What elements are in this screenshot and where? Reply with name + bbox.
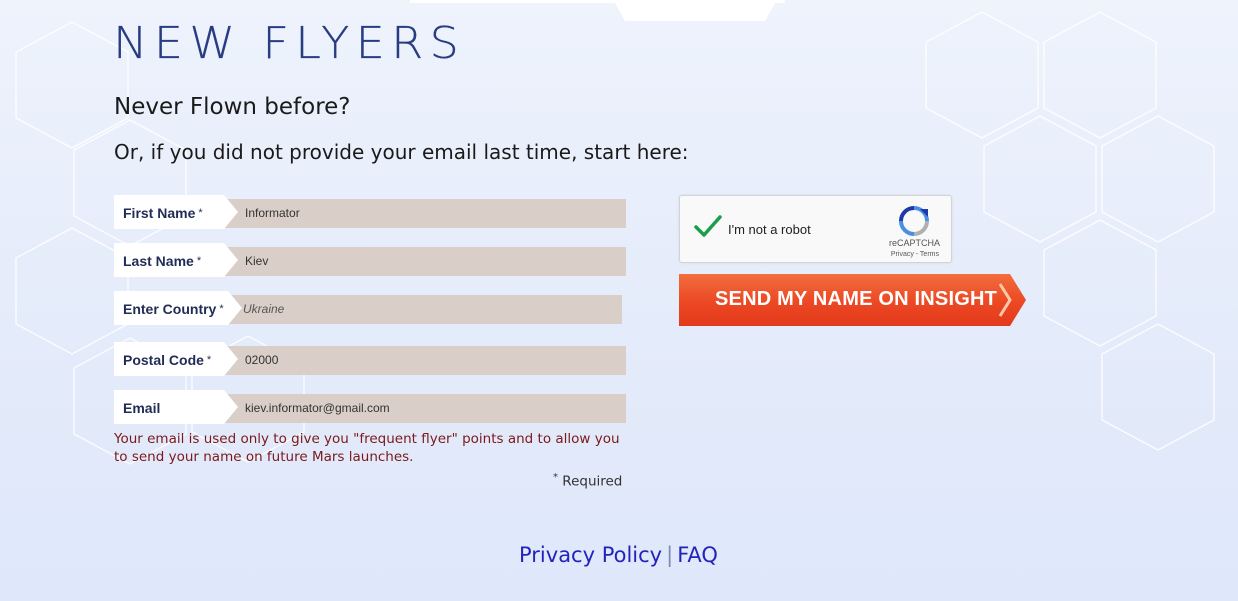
country-field[interactable]: Ukraine	[204, 295, 622, 324]
email-note: Your email is used only to give you "fre…	[114, 431, 620, 465]
required-star: *	[206, 354, 212, 366]
top-tab-decoration	[410, 0, 785, 21]
postal-code-row: 02000 Postal Code *	[114, 342, 626, 376]
checkmark-icon[interactable]	[693, 213, 723, 239]
instruction-text: Or, if you did not provide your email la…	[114, 140, 689, 164]
email-label-text: Email	[123, 400, 161, 416]
required-star: *	[196, 255, 202, 267]
email-row: kiev.informator@gmail.com Email	[114, 390, 626, 424]
postal-code-field[interactable]: 02000	[204, 346, 626, 375]
first-name-field[interactable]: Informator	[204, 199, 626, 228]
privacy-policy-link[interactable]: Privacy Policy	[519, 543, 662, 567]
page-title: NEW FLYERS	[113, 18, 466, 69]
recaptcha-terms-link[interactable]: Privacy - Terms	[891, 251, 939, 258]
country-row: Ukraine Enter Country *	[114, 291, 622, 325]
first-name-row: Informator First Name *	[114, 195, 626, 229]
last-name-label-text: Last Name	[123, 253, 194, 269]
footer-separator: |	[666, 543, 674, 567]
first-name-label: First Name *	[114, 195, 238, 229]
last-name-label: Last Name *	[114, 243, 238, 277]
subtitle: Never Flown before?	[114, 94, 351, 120]
country-label: Enter Country *	[114, 291, 242, 325]
required-star: *	[219, 303, 224, 315]
captcha-label: I'm not a robot	[728, 222, 811, 237]
footer-links: Privacy Policy | FAQ	[519, 543, 718, 567]
required-text: Required	[562, 473, 623, 490]
postal-code-label-text: Postal Code	[123, 352, 204, 368]
email-field[interactable]: kiev.informator@gmail.com	[204, 394, 626, 423]
send-name-button-label: SEND MY NAME ON INSIGHT	[715, 288, 998, 310]
country-label-text: Enter Country	[123, 301, 217, 317]
recaptcha-widget: I'm not a robot reCAPTCHA Privacy - Term…	[679, 195, 952, 263]
required-legend: * Required	[553, 472, 622, 490]
last-name-row: Kiev Last Name *	[114, 243, 626, 277]
last-name-field[interactable]: Kiev	[204, 247, 626, 276]
recaptcha-brand: reCAPTCHA	[888, 238, 940, 248]
postal-code-label: Postal Code *	[114, 342, 238, 376]
first-name-label-text: First Name	[123, 205, 196, 221]
email-label: Email	[114, 390, 238, 424]
chevron-right-icon	[998, 283, 1012, 317]
faq-link[interactable]: FAQ	[677, 543, 718, 567]
required-mark: *	[553, 472, 558, 483]
required-star: *	[198, 207, 203, 219]
recaptcha-logo-icon	[899, 206, 929, 236]
send-name-button[interactable]: SEND MY NAME ON INSIGHT	[679, 274, 1026, 326]
